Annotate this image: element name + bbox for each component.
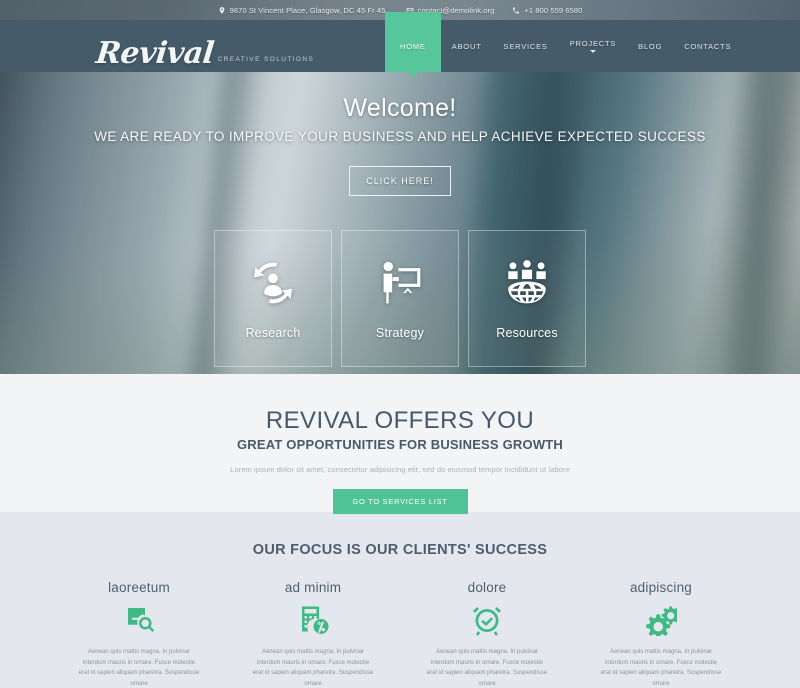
feature-box-resources[interactable]: Resources [468,230,586,367]
alarm-clock-icon [471,604,503,636]
focus-column-text: Aenean quis mattis magna. In pulvinar in… [78,649,200,687]
site-logo[interactable]: Revival CREATIVE SOLUTIONS [94,36,315,71]
feature-box-strategy[interactable]: Strategy [341,230,459,367]
nav-label: ABOUT [451,41,482,51]
presenter-board-icon [373,258,427,308]
focus-column-title: adipiscing [629,580,693,595]
offers-paragraph: Lorem ipsum dolor sit amet, consectetur … [230,465,570,474]
people-cycle-icon [246,258,300,308]
feature-box-label: Strategy [375,325,425,340]
book-search-icon [123,604,155,636]
logo-tagline: CREATIVE SOLUTIONS [217,55,315,63]
nav-item-contacts[interactable]: CONTACTS [673,20,742,72]
hero-subtitle: WE ARE READY TO IMPROVE YOUR BUSINESS AN… [94,129,706,144]
nav-item-blog[interactable]: BLOG [627,20,673,72]
focus-column-dolore: dolore Aenean quis mattis magna. In pulv… [413,580,561,688]
focus-column-title: ad minim [284,580,342,595]
offers-heading: REVIVAL OFFERS YOU [265,407,535,434]
topbar-phone[interactable]: +1 800 559 6580 [512,6,582,15]
topbar-address: 9870 St Vincent Place, Glasgow, DC 45 Fr… [218,6,388,15]
focus-heading: OUR FOCUS IS OUR CLIENTS' SUCCESS [252,542,548,558]
focus-column-adipiscing: adipiscing Aenean quis mattis magna. In … [587,580,735,688]
nav-item-projects[interactable]: PROJECTS [559,20,627,72]
nav-label: CONTACTS [684,41,732,51]
focus-column-ad-minim: ad minim Aenean quis mattis magna. In pu… [239,580,387,688]
focus-column-laoreetum: laoreetum Aenean quis mattis magna. In p… [65,580,213,688]
site-header: Revival CREATIVE SOLUTIONS HOME ABOUT SE… [0,12,800,72]
focus-column-text: Aenean quis mattis magna. In pulvinar in… [426,649,548,687]
focus-column-title: dolore [467,580,507,595]
focus-column-text: Aenean quis mattis magna. In pulvinar in… [600,649,722,687]
focus-section: OUR FOCUS IS OUR CLIENTS' SUCCESS laoree… [0,512,800,688]
hero-cta-button[interactable]: CLICK HERE! [349,166,451,196]
hero-section: Welcome! WE ARE READY TO IMPROVE YOUR BU… [0,72,800,374]
topbar-phone-text: +1 800 559 6580 [524,5,583,15]
chevron-down-icon [589,50,596,53]
nav-item-services[interactable]: SERVICES [493,20,559,72]
map-pin-icon [218,6,226,15]
offers-section: REVIVAL OFFERS YOU GREAT OPPORTUNITIES F… [0,374,800,514]
nav-item-home[interactable]: HOME [385,12,441,72]
nav-label: PROJECTS [569,39,617,48]
feature-box-research[interactable]: Research [214,230,332,367]
logo-name: Revival [94,36,216,71]
hero-title: Welcome! [343,94,457,122]
topbar-address-text: 9870 St Vincent Place, Glasgow, DC 45 Fr… [229,5,388,15]
main-navigation: HOME ABOUT SERVICES PROJECTS BLOG CONTAC… [385,12,742,72]
calculator-percent-icon [297,604,329,636]
focus-columns: laoreetum Aenean quis mattis magna. In p… [0,580,800,688]
offers-subheading: GREAT OPPORTUNITIES FOR BUSINESS GROWTH [236,437,564,452]
feature-box-label: Research [245,325,301,340]
go-to-services-list-button[interactable]: GO TO SERVICES LIST [332,489,468,514]
focus-column-text: Aenean quis mattis magna. In pulvinar in… [252,649,374,687]
nav-label: HOME [400,41,426,51]
gears-icon [645,604,677,636]
phone-icon [512,6,520,15]
nav-label: BLOG [638,41,663,51]
focus-column-title: laoreetum [108,580,170,595]
feature-box-label: Resources [496,325,558,340]
hero-content: Welcome! WE ARE READY TO IMPROVE YOUR BU… [0,72,800,367]
globe-people-icon [500,258,554,308]
nav-label: SERVICES [503,41,548,51]
hero-feature-boxes: Research Strategy Resources [0,230,800,367]
nav-item-about[interactable]: ABOUT [441,20,493,72]
